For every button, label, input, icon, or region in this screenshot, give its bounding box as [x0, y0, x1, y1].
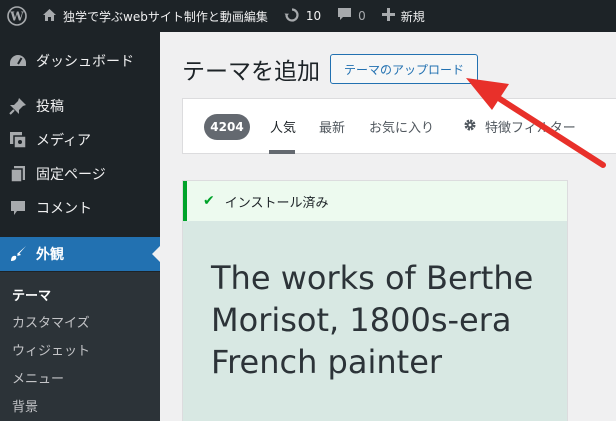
brush-icon — [0, 245, 36, 263]
sidebar-item-label: コメント — [36, 201, 92, 217]
updates-link[interactable]: 10 — [276, 0, 329, 32]
submenu-item-customize[interactable]: カスタマイズ — [12, 312, 90, 331]
page-title: テーマを追加 — [182, 59, 320, 85]
updates-count: 10 — [305, 9, 322, 23]
comments-link[interactable]: 0 — [329, 0, 374, 32]
new-label: 新規 — [400, 9, 425, 24]
submenu-item-themes[interactable]: テーマ — [12, 285, 51, 304]
sidebar-item-label: 外観 — [36, 247, 64, 263]
comment-icon — [0, 200, 36, 216]
page-icon — [0, 165, 36, 183]
admin-bar: W 独学で学ぶwebサイト制作と動画編集 10 0 新規 — [0, 0, 616, 32]
feature-filter-button[interactable]: 特徴フィルター — [485, 117, 576, 136]
site-name-link[interactable]: 独学で学ぶwebサイト制作と動画編集 — [34, 0, 276, 32]
wordpress-logo-icon[interactable]: W — [0, 0, 34, 32]
installed-notice: ✔ インストール済み — [183, 181, 567, 221]
sidebar-item-label: 固定ページ — [36, 167, 106, 183]
updates-icon — [284, 7, 300, 26]
tab-popular[interactable]: 人気 — [270, 117, 296, 136]
wordpress-icon: W — [7, 6, 27, 26]
submenu-item-widgets[interactable]: ウィジェット — [12, 340, 90, 359]
dashboard-icon — [0, 53, 36, 69]
theme-count-badge: 4204 — [204, 114, 250, 140]
submenu-item-background[interactable]: 背景 — [12, 396, 38, 415]
installed-label: インストール済み — [224, 195, 329, 211]
upload-theme-button[interactable]: テーマのアップロード — [330, 54, 478, 84]
checkmark-icon: ✔ — [203, 193, 215, 209]
plus-icon — [381, 8, 395, 24]
pin-icon — [0, 97, 36, 115]
theme-screenshot-title: The works of Berthe Morisot, 1800s-era F… — [211, 259, 534, 381]
theme-filter-bar: 4204 人気 最新 お気に入り 特徴フィルター — [182, 98, 616, 154]
sidebar-item-comments[interactable]: コメント — [0, 191, 160, 225]
appearance-submenu: テーマ カスタマイズ ウィジェット メニュー 背景 — [0, 272, 160, 421]
tab-favorites[interactable]: お気に入り — [369, 117, 434, 136]
sidebar-item-dashboard[interactable]: ダッシュボード — [0, 44, 160, 78]
comment-bubble-icon — [337, 7, 352, 25]
site-name: 独学で学ぶwebサイト制作と動画編集 — [63, 9, 268, 24]
sidebar-item-label: ダッシュボード — [36, 54, 134, 70]
admin-sidebar: ダッシュボード 投稿 メディア 固定ページ コメント 外観 テーマ カスタマイズ… — [0, 32, 160, 421]
comments-count: 0 — [358, 9, 366, 23]
tab-latest[interactable]: 最新 — [319, 117, 345, 136]
sidebar-item-label: 投稿 — [36, 99, 64, 115]
theme-card[interactable]: ✔ インストール済み The works of Berthe Morisot, … — [182, 180, 568, 421]
sidebar-item-appearance[interactable]: 外観 — [0, 237, 160, 271]
new-content-link[interactable]: 新規 — [374, 0, 433, 32]
active-tab-indicator — [269, 150, 295, 154]
svg-text:W: W — [9, 10, 24, 24]
media-icon — [0, 131, 36, 149]
home-icon — [42, 8, 57, 25]
submenu-item-menus[interactable]: メニュー — [12, 368, 64, 387]
sidebar-item-label: メディア — [36, 133, 92, 149]
sidebar-item-media[interactable]: メディア — [0, 123, 160, 157]
sidebar-item-posts[interactable]: 投稿 — [0, 89, 160, 123]
sidebar-item-pages[interactable]: 固定ページ — [0, 157, 160, 191]
gear-icon — [464, 119, 476, 131]
